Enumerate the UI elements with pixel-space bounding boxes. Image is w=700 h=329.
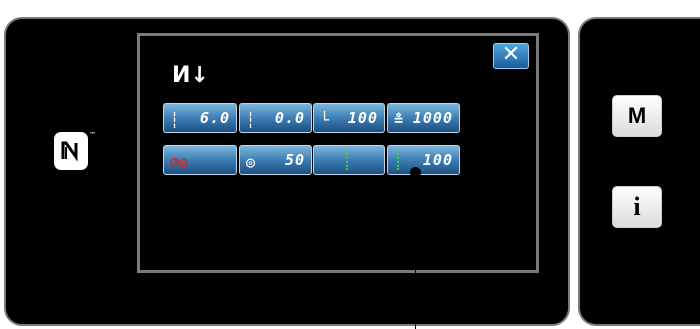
thread-tension-off-button[interactable]: ⊘◎ [163, 145, 237, 175]
info-button[interactable]: i [612, 186, 662, 228]
thread-tension-button[interactable]: ◎ 50 [239, 145, 312, 175]
dialog-header-icon: И↓ [172, 63, 209, 88]
nfc-icon [54, 132, 88, 170]
needle-position-icon [346, 150, 350, 170]
stitch-length-value: 6.0 [199, 109, 230, 127]
callout-line [415, 171, 416, 329]
side-panel [578, 17, 700, 326]
callout-dot [410, 167, 421, 178]
stitch-width-button[interactable]: ┆ 0.0 [239, 103, 312, 133]
speed-value: 1000 [412, 109, 453, 127]
mode-button[interactable]: M [612, 95, 662, 137]
close-button[interactable]: ✕ [493, 43, 529, 69]
needle-position-value-button[interactable]: 100 [387, 145, 460, 175]
presser-foot-button[interactable]: └ 100 [313, 103, 385, 133]
stitch-length-button[interactable]: ┆ 6.0 [163, 103, 237, 133]
thread-tension-value: 50 [284, 151, 305, 169]
speed-button[interactable]: ≗ 1000 [387, 103, 460, 133]
speed-icon: ≗ [394, 111, 404, 129]
needle-position-button[interactable] [313, 145, 385, 175]
thread-tension-off-icon: ⊘◎ [170, 153, 189, 171]
thread-tension-icon: ◎ [246, 153, 256, 171]
stitch-length-icon: ┆ [170, 111, 180, 129]
stitch-width-icon: ┆ [246, 111, 256, 129]
trademark-mark: ™ [89, 131, 96, 139]
stitch-width-value: 0.0 [274, 109, 305, 127]
needle-position-value: 100 [422, 151, 453, 169]
presser-foot-value: 100 [347, 109, 378, 127]
presser-foot-icon: └ [320, 111, 330, 129]
needle-position-value-icon [397, 150, 401, 170]
